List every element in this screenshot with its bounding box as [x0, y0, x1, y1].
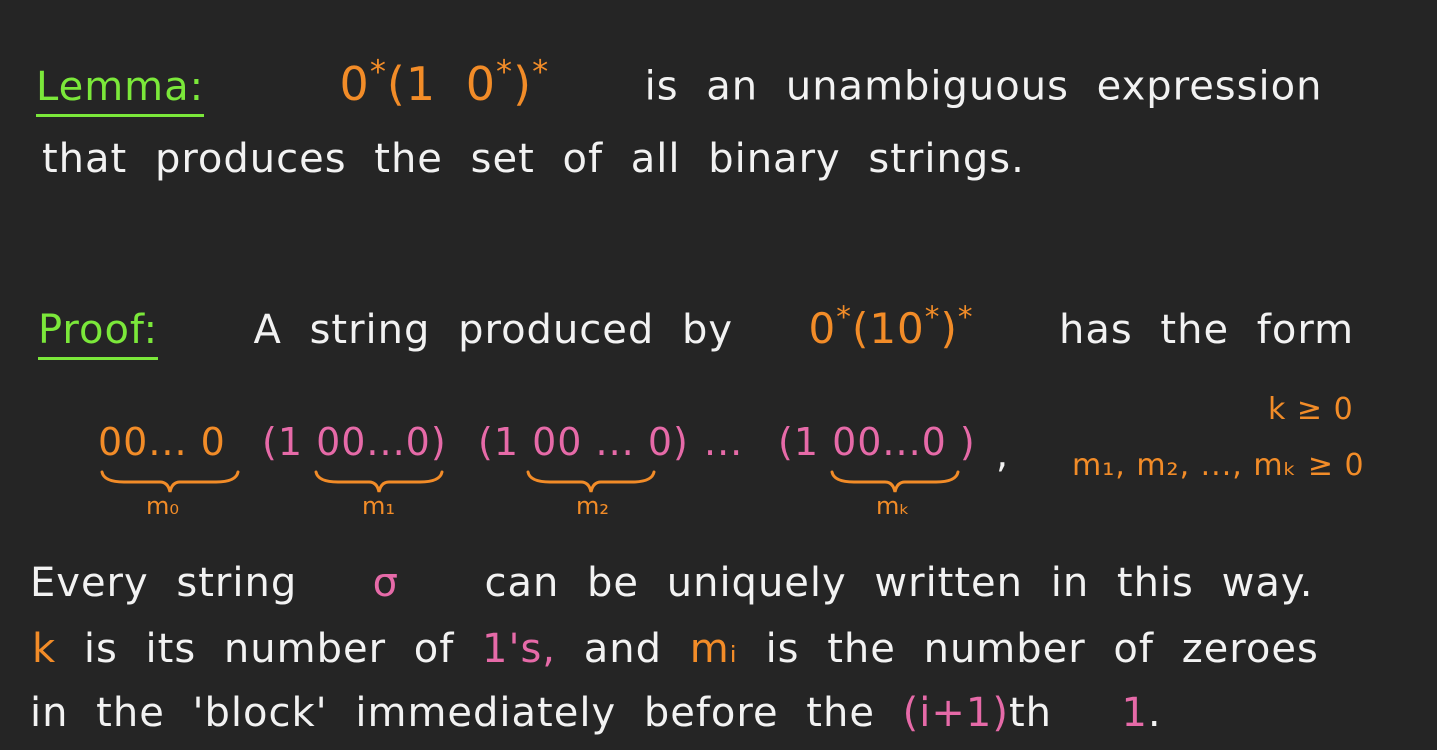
- condition-m: m₁, m₂, ..., mₖ ≥ 0: [1072, 448, 1365, 483]
- block-m0: 00... 0 m₀: [98, 420, 248, 520]
- sigma-symbol: σ: [372, 560, 400, 606]
- condition-k: k ≥ 0: [1268, 392, 1354, 427]
- whiteboard: Lemma: 0*(1 0*)* is an unambiguous expre…: [0, 0, 1437, 750]
- block-m2: (1 00 ... 0) m₂: [478, 420, 698, 520]
- i-plus-1-symbol: (i+1): [902, 690, 1009, 736]
- block-m0-zeros: 00... 0: [98, 420, 226, 464]
- body-line-3: in the 'block' immediately before the (i…: [30, 690, 1162, 736]
- block-m2-group: (1 00 ... 0): [478, 420, 689, 464]
- body-line-2: k is its number of 1's, and mᵢ is the nu…: [32, 626, 1319, 672]
- brace-m1: [314, 470, 444, 494]
- brace-mk: [830, 470, 960, 494]
- lemma-expression: 0*(1 0*)*: [339, 52, 550, 111]
- label-mk: mₖ: [876, 492, 910, 520]
- label-m0: m₀: [146, 492, 179, 520]
- form-comma: ,: [996, 432, 1010, 476]
- brace-m0: [100, 470, 240, 494]
- proof-line: Proof: A string produced by 0*(10*)* has…: [38, 300, 1355, 361]
- body-line-1: Every string σ can be uniquely written i…: [30, 560, 1314, 606]
- ones-symbol: 1's,: [482, 626, 557, 672]
- proof-expression: 0*(10*)*: [808, 300, 974, 354]
- brace-m2: [526, 470, 656, 494]
- block-m1-group: (1 00...0): [262, 420, 447, 464]
- form-ellipsis: ...: [704, 420, 744, 464]
- proof-outro: has the form: [1059, 307, 1355, 354]
- proof-label: Proof:: [38, 307, 159, 361]
- lemma-line-2: that produces the set of all binary stri…: [42, 136, 1025, 182]
- block-m1: (1 00...0) m₁: [262, 420, 482, 520]
- block-mk-group: (1 00...0 ): [778, 420, 976, 464]
- label-m1: m₁: [362, 492, 395, 520]
- one-symbol: 1: [1121, 690, 1148, 736]
- proof-intro: A string produced by: [253, 307, 734, 354]
- lemma-text-1: is an unambiguous expression: [644, 63, 1323, 110]
- label-m2: m₂: [576, 492, 609, 520]
- mi-symbol: mᵢ: [689, 626, 738, 672]
- k-symbol: k: [32, 626, 57, 672]
- block-mk: (1 00...0 ) mₖ: [778, 420, 1008, 520]
- lemma-line-1: Lemma: 0*(1 0*)* is an unambiguous expre…: [36, 52, 1322, 117]
- lemma-label: Lemma:: [36, 64, 205, 117]
